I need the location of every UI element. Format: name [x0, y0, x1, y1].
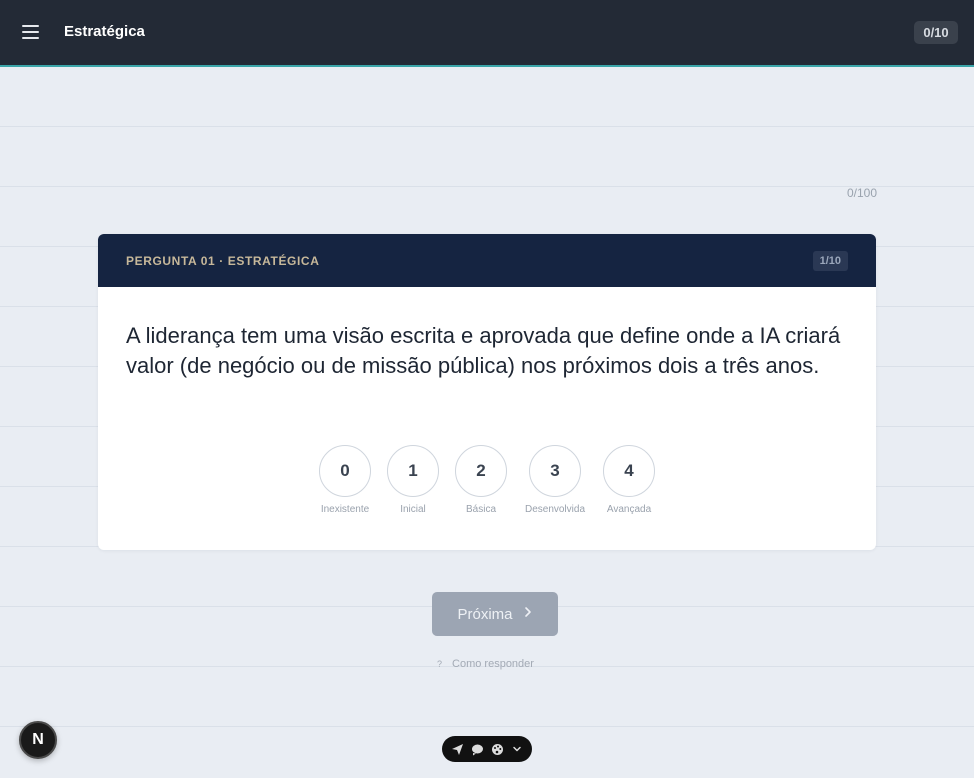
progress-badge: 0/10 [914, 21, 958, 44]
rating-option-label: Avançada [606, 504, 652, 515]
chevron-down-icon[interactable] [510, 742, 524, 756]
app-title: Estratégica [64, 23, 145, 40]
next-button[interactable]: Próxima [432, 592, 558, 636]
question-card: PERGUNTA 01 · ESTRATÉGICA 1/10 A lideran… [98, 234, 876, 550]
rating-option-label: Desenvolvida [524, 504, 586, 515]
rating-option-label: Inexistente [320, 504, 370, 515]
next-button-label: Próxima [457, 605, 513, 623]
how-to-answer-label: Como responder [452, 658, 534, 670]
rating-option-3[interactable]: 3 Desenvolvida [515, 445, 595, 515]
chat-icon[interactable] [470, 742, 484, 756]
question-label: PERGUNTA 01 · ESTRATÉGICA [126, 253, 320, 268]
avatar[interactable]: N [19, 721, 57, 759]
help-icon: ? [437, 659, 443, 669]
rating-scale: 0 Inexistente 1 Inicial 2 Básica 3 Desen… [98, 445, 876, 515]
floating-toolbar [442, 736, 532, 762]
rating-option-value[interactable]: 0 [319, 445, 371, 497]
top-bar: Estratégica 0/10 [0, 0, 974, 65]
rating-option-label: Básica [465, 504, 496, 515]
rating-option-0[interactable]: 0 Inexistente [311, 445, 379, 515]
rating-option-value[interactable]: 3 [529, 445, 581, 497]
question-count-badge: 1/10 [812, 250, 848, 271]
menu-icon[interactable] [22, 22, 42, 42]
palette-icon[interactable] [490, 742, 504, 756]
header-accent-line [0, 65, 974, 67]
chevron-right-icon [523, 605, 533, 623]
question-text: A liderança tem uma visão escrita e apro… [126, 323, 841, 378]
rating-option-label: Inicial [400, 504, 426, 515]
question-card-header: PERGUNTA 01 · ESTRATÉGICA 1/10 [98, 234, 876, 287]
rating-option-1[interactable]: 1 Inicial [379, 445, 447, 515]
score-counter: 0/100 [846, 186, 877, 200]
rating-option-2[interactable]: 2 Básica [447, 445, 515, 515]
rating-option-value[interactable]: 4 [603, 445, 655, 497]
rating-option-value[interactable]: 2 [455, 445, 507, 497]
rating-option-value[interactable]: 1 [387, 445, 439, 497]
send-icon[interactable] [450, 742, 464, 756]
how-to-answer-link[interactable]: ? Como responder [437, 658, 534, 670]
rating-option-4[interactable]: 4 Avançada [595, 445, 663, 515]
